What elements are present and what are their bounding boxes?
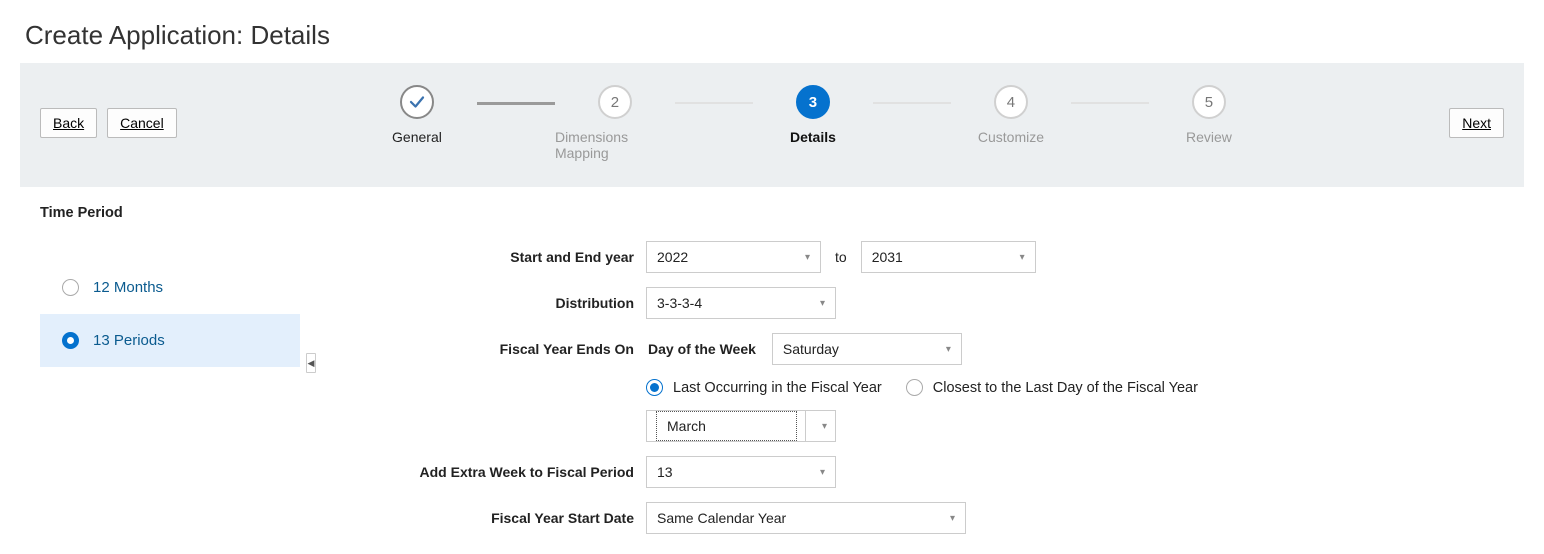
extra-week-select[interactable]: 13 ▾ bbox=[646, 456, 836, 488]
wizard-step-label: Review bbox=[1186, 129, 1232, 145]
select-value: Saturday bbox=[783, 341, 839, 357]
sidebar: Time Period 12 Months 13 Periods bbox=[40, 205, 300, 548]
wizard-step-circle: 3 bbox=[796, 85, 830, 119]
month-select[interactable]: March ▾ bbox=[646, 410, 836, 442]
radio-icon bbox=[62, 279, 79, 296]
radio-13-periods[interactable]: 13 Periods bbox=[40, 314, 300, 367]
select-value: Same Calendar Year bbox=[657, 510, 786, 526]
section-title: Time Period bbox=[40, 205, 300, 221]
wizard-step-label: General bbox=[392, 129, 442, 145]
start-end-year-label: Start and End year bbox=[356, 249, 646, 265]
wizard-bar: Back Cancel General 2 Dimensions Mapping… bbox=[20, 63, 1524, 187]
radio-icon bbox=[62, 332, 79, 349]
wizard-step-customize[interactable]: 4 Customize bbox=[951, 85, 1071, 145]
wizard-connector bbox=[477, 102, 555, 105]
wizard-steps: General 2 Dimensions Mapping 3 Details 4… bbox=[177, 85, 1449, 161]
form-area: Start and End year 2022 ▾ to 2031 ▾ Dist… bbox=[316, 205, 1524, 548]
next-button[interactable]: Next bbox=[1449, 108, 1504, 138]
radio-label: 13 Periods bbox=[93, 332, 165, 349]
select-value: 3-3-3-4 bbox=[657, 295, 702, 311]
chevron-down-icon: ▾ bbox=[1020, 252, 1025, 263]
select-value: 2022 bbox=[657, 249, 688, 265]
select-value: 2031 bbox=[872, 249, 903, 265]
wizard-step-label: Details bbox=[790, 129, 836, 145]
distribution-label: Distribution bbox=[356, 295, 646, 311]
chevron-down-icon: ▾ bbox=[820, 298, 825, 309]
start-year-select[interactable]: 2022 ▾ bbox=[646, 241, 821, 273]
wizard-step-label: Customize bbox=[978, 129, 1044, 145]
radio-label: 12 Months bbox=[93, 279, 163, 296]
collapse-toggle[interactable]: ◀ bbox=[306, 353, 316, 373]
wizard-step-circle: 4 bbox=[994, 85, 1028, 119]
chevron-left-icon: ◀ bbox=[308, 358, 315, 369]
chevron-down-icon: ▾ bbox=[946, 344, 951, 355]
to-text: to bbox=[821, 249, 861, 265]
chevron-down-icon: ▾ bbox=[950, 513, 955, 524]
radio-icon bbox=[646, 379, 663, 396]
fy-start-date-label: Fiscal Year Start Date bbox=[356, 510, 646, 526]
wizard-step-circle: 5 bbox=[1192, 85, 1226, 119]
wizard-step-general[interactable]: General bbox=[357, 85, 477, 145]
radio-label: Last Occurring in the Fiscal Year bbox=[673, 380, 882, 396]
wizard-connector bbox=[1071, 102, 1149, 104]
day-of-week-select[interactable]: Saturday ▾ bbox=[772, 333, 962, 365]
cancel-button[interactable]: Cancel bbox=[107, 108, 177, 138]
chevron-down-icon: ▾ bbox=[822, 421, 827, 432]
select-value: 13 bbox=[657, 464, 673, 480]
radio-icon bbox=[906, 379, 923, 396]
chevron-down-icon: ▾ bbox=[820, 467, 825, 478]
page-title: Create Application: Details bbox=[25, 20, 1544, 51]
wizard-step-dimensions[interactable]: 2 Dimensions Mapping bbox=[555, 85, 675, 161]
radio-closest-last-day[interactable]: Closest to the Last Day of the Fiscal Ye… bbox=[906, 379, 1198, 396]
extra-week-label: Add Extra Week to Fiscal Period bbox=[356, 464, 646, 480]
select-value: March bbox=[667, 418, 706, 434]
fy-start-date-select[interactable]: Same Calendar Year ▾ bbox=[646, 502, 966, 534]
wizard-connector bbox=[873, 102, 951, 104]
wizard-step-review[interactable]: 5 Review bbox=[1149, 85, 1269, 145]
distribution-select[interactable]: 3-3-3-4 ▾ bbox=[646, 287, 836, 319]
fy-ends-on-label: Fiscal Year Ends On bbox=[356, 341, 646, 357]
wizard-step-details[interactable]: 3 Details bbox=[753, 85, 873, 145]
checkmark-icon bbox=[400, 85, 434, 119]
radio-12-months[interactable]: 12 Months bbox=[40, 261, 300, 314]
day-of-week-label: Day of the Week bbox=[646, 341, 766, 357]
end-year-select[interactable]: 2031 ▾ bbox=[861, 241, 1036, 273]
wizard-step-label: Dimensions Mapping bbox=[555, 129, 675, 161]
wizard-step-circle: 2 bbox=[598, 85, 632, 119]
radio-label: Closest to the Last Day of the Fiscal Ye… bbox=[933, 380, 1198, 396]
chevron-down-icon: ▾ bbox=[805, 252, 810, 263]
wizard-connector bbox=[675, 102, 753, 104]
radio-last-occurring[interactable]: Last Occurring in the Fiscal Year bbox=[646, 379, 882, 396]
back-button[interactable]: Back bbox=[40, 108, 97, 138]
